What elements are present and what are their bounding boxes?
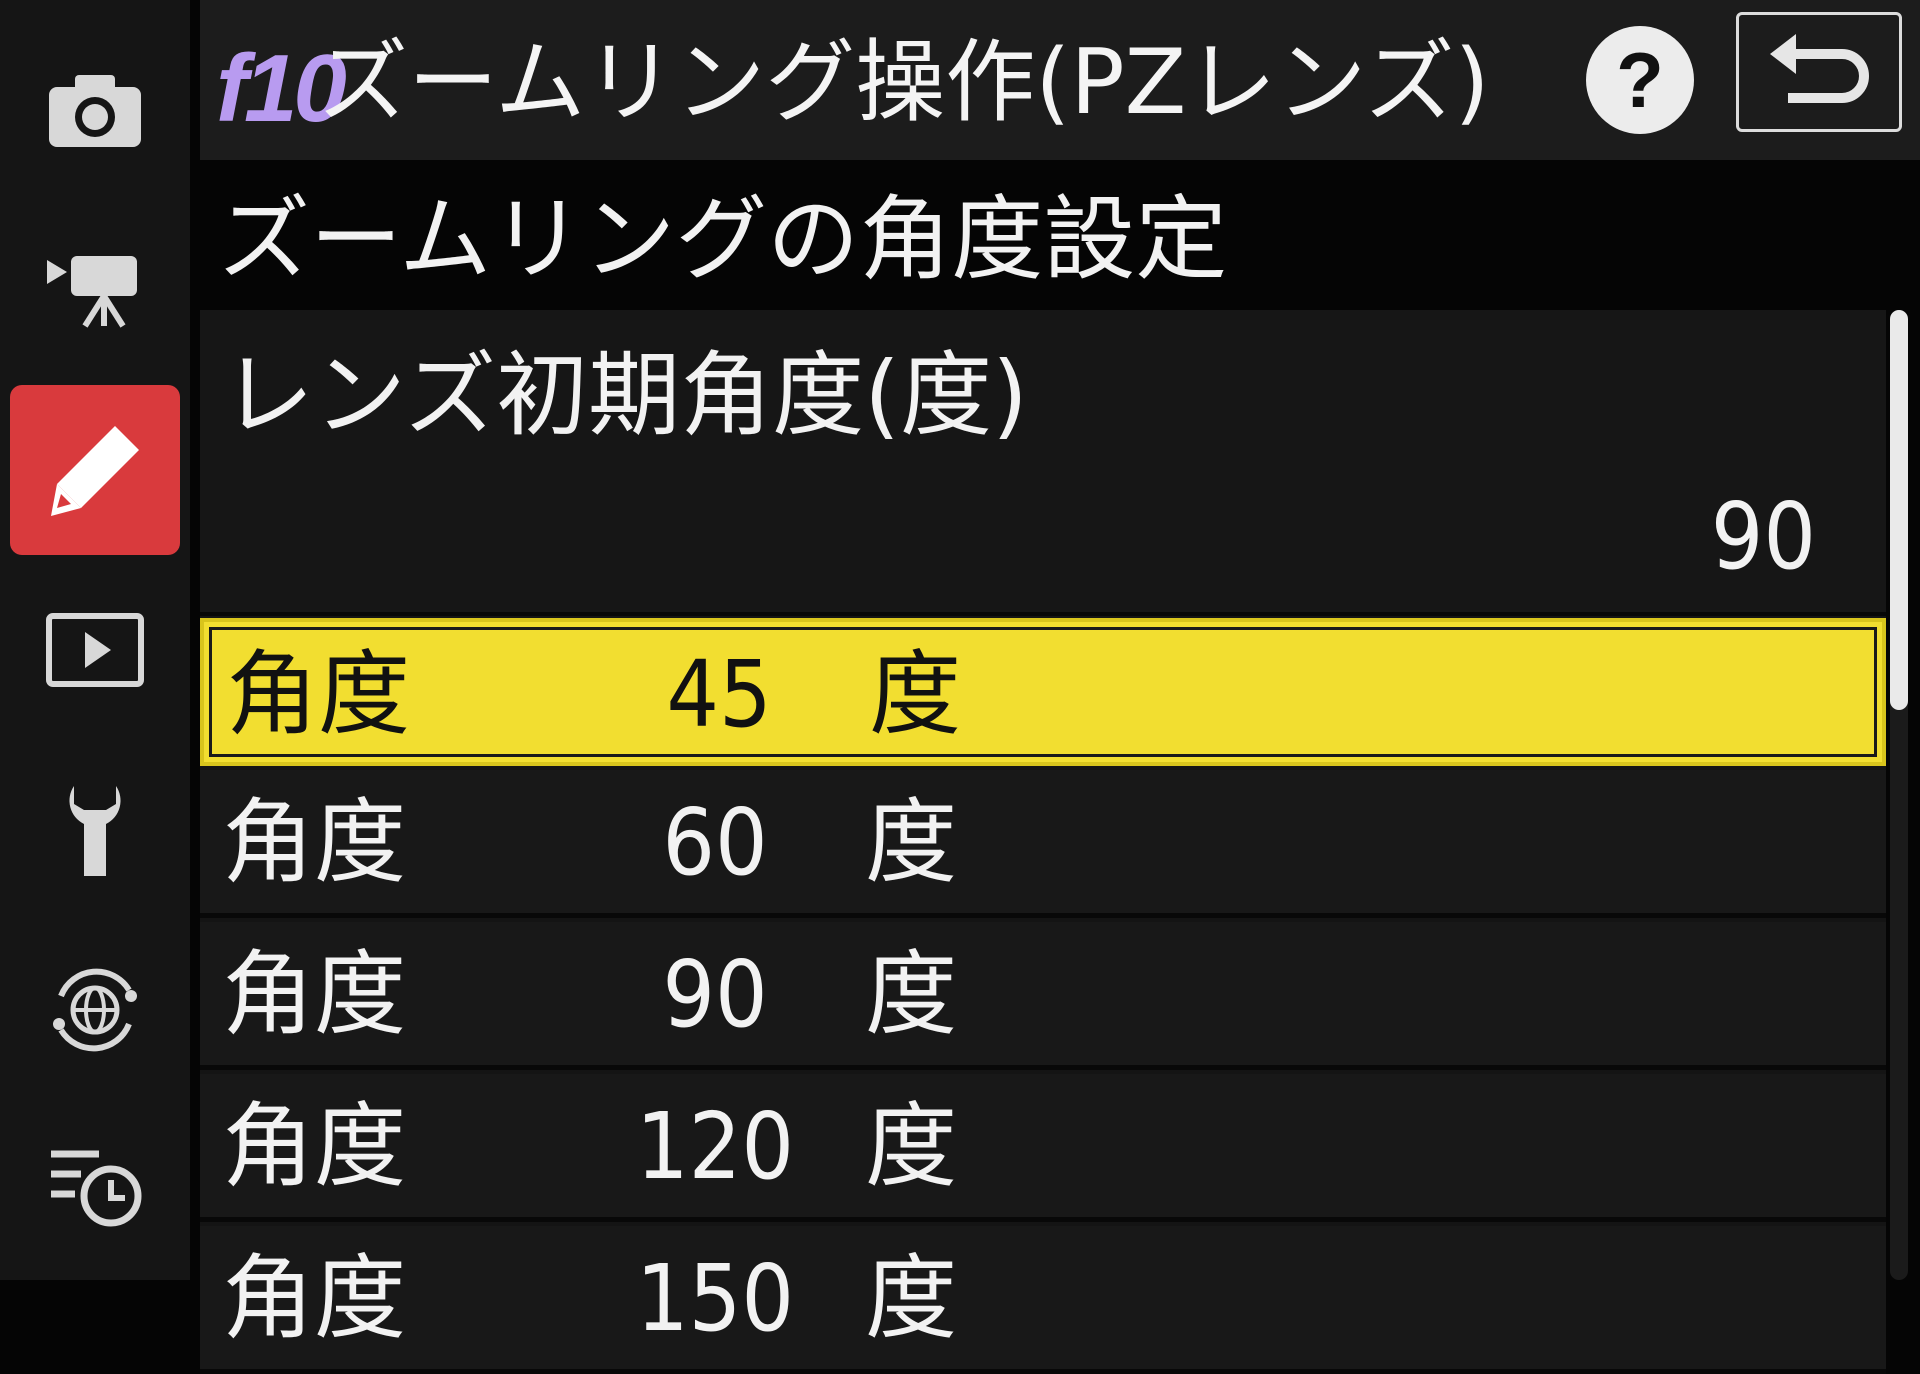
angle-option-unit: 度 (865, 1093, 958, 1200)
angle-option-150[interactable]: 角度 150 度 (200, 1226, 1886, 1374)
lens-initial-angle-label: レンズ初期角度(度) (222, 342, 1028, 449)
section-title: ズームリングの角度設定 (218, 186, 1228, 293)
back-button[interactable] (1736, 12, 1902, 132)
angle-option-value: 60 (662, 789, 768, 896)
angle-option-value: 150 (636, 1245, 794, 1352)
lens-initial-angle-value: 90 (1710, 483, 1816, 590)
playback-icon (46, 613, 144, 687)
wrench-icon (69, 786, 121, 876)
custom-settings-menu-tab[interactable] (10, 385, 180, 555)
angle-settings-list: レンズ初期角度(度) 90 角度 45 度 角度 60 度 角度 90 度 角度… (200, 310, 1886, 1374)
photo-shooting-menu-tab[interactable] (10, 25, 180, 195)
angle-option-prefix: 角度 (222, 941, 407, 1048)
help-button[interactable]: ? (1586, 26, 1694, 134)
angle-option-unit: 度 (865, 941, 958, 1048)
camera-icon (49, 75, 141, 147)
angle-option-60[interactable]: 角度 60 度 (200, 770, 1886, 918)
video-camera-icon (47, 256, 137, 328)
setup-menu-tab[interactable] (10, 745, 180, 915)
angle-option-value: 90 (662, 941, 768, 1048)
angle-option-120[interactable]: 角度 120 度 (200, 1074, 1886, 1222)
angle-option-value: 45 (666, 641, 772, 748)
scrollbar-thumb[interactable] (1890, 310, 1908, 710)
network-globe-icon (53, 968, 137, 1052)
angle-option-prefix: 角度 (222, 1093, 407, 1200)
angle-option-prefix: 角度 (222, 789, 407, 896)
menu-title-bar: f10 ズームリング操作(PZレンズ) ? (200, 0, 1920, 160)
angle-option-unit: 度 (865, 1245, 958, 1352)
recent-settings-icon (51, 1150, 142, 1227)
video-recording-menu-tab[interactable] (10, 200, 180, 370)
page-title: ズームリング操作(PZレンズ) (318, 30, 1490, 135)
list-scrollbar[interactable] (1890, 310, 1908, 1280)
angle-option-value: 120 (636, 1093, 794, 1200)
angle-option-unit: 度 (869, 641, 962, 748)
angle-option-prefix: 角度 (226, 641, 411, 748)
angle-option-90[interactable]: 角度 90 度 (200, 922, 1886, 1070)
pencil-icon (51, 426, 139, 516)
recent-settings-menu-tab[interactable] (10, 1100, 180, 1270)
angle-option-prefix: 角度 (222, 1245, 407, 1352)
network-menu-tab[interactable] (10, 925, 180, 1095)
return-arrow-icon (1770, 34, 1869, 103)
angle-option-45[interactable]: 角度 45 度 (200, 618, 1886, 766)
lens-initial-angle-row[interactable]: レンズ初期角度(度) 90 (200, 310, 1886, 616)
playback-menu-tab[interactable] (10, 565, 180, 735)
menu-sidebar (0, 0, 190, 1280)
help-icon: ? (1616, 36, 1664, 124)
angle-option-unit: 度 (865, 789, 958, 896)
